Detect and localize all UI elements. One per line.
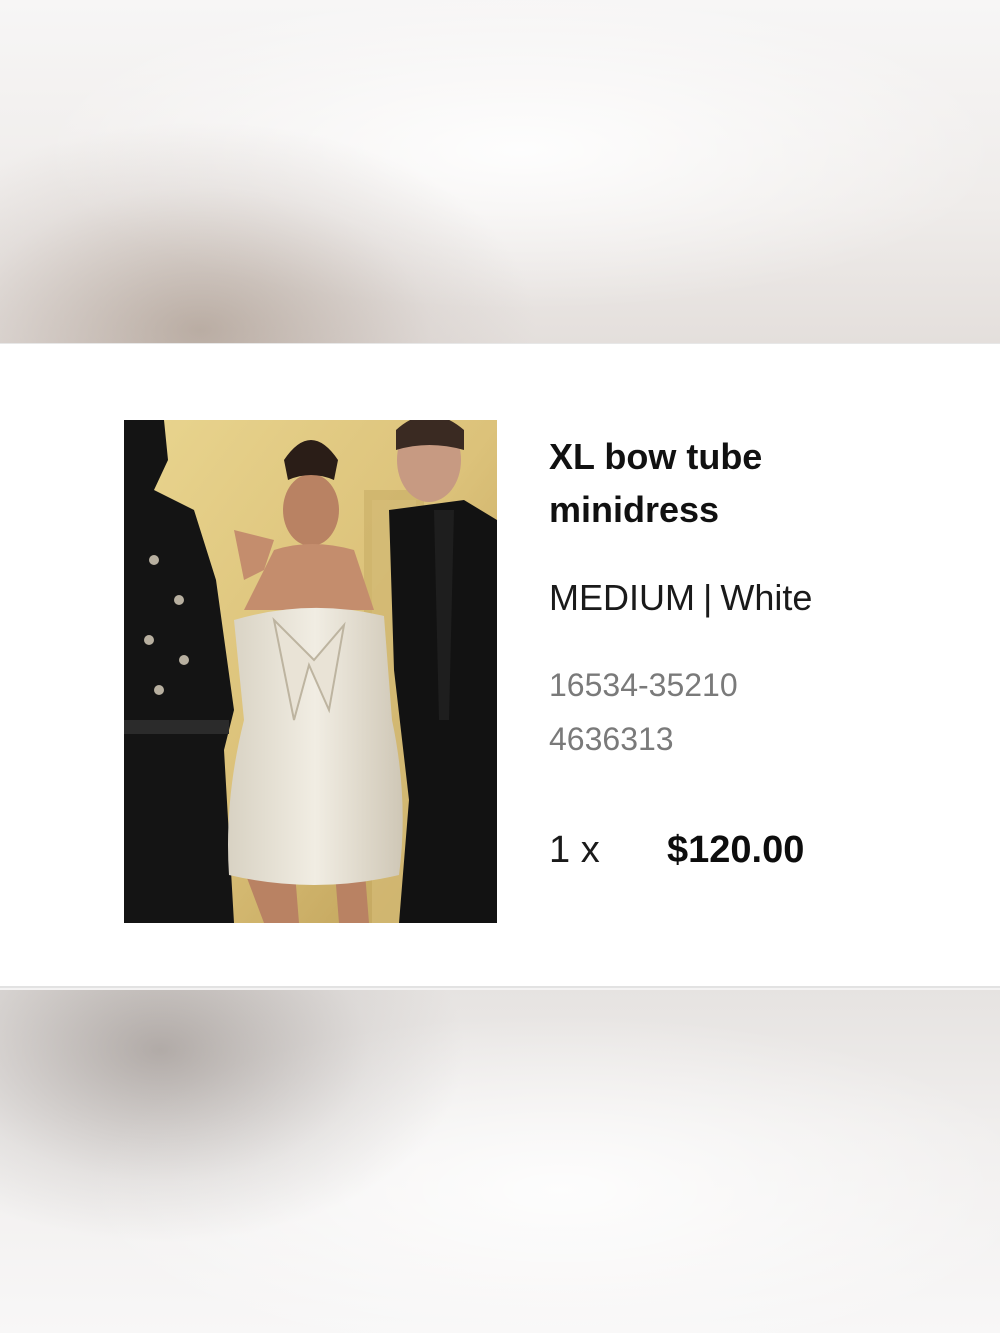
size-value: MEDIUM: [549, 577, 695, 618]
variant-separator: |: [703, 577, 713, 618]
product-variant: MEDIUM | White: [549, 576, 969, 620]
product-codes: 16534-35210 4636313: [549, 658, 969, 766]
product-details: XL bow tube minidress MEDIUM | White 16534…: [549, 430, 969, 872]
product-image[interactable]: [124, 420, 497, 923]
quantity-label: 1 x: [549, 829, 600, 871]
item-number: 4636313: [549, 721, 674, 757]
style-number: 16534-35210: [549, 667, 738, 703]
color-value: White: [720, 577, 813, 618]
price-row: 1 x $120.00: [549, 828, 969, 872]
order-item-card: XL bow tube minidress MEDIUM | White 16534…: [0, 343, 1000, 988]
product-title[interactable]: XL bow tube minidress: [549, 430, 849, 536]
blurred-background-top: [0, 0, 1000, 343]
blurred-background-bottom: [0, 990, 1000, 1333]
price-value: $120.00: [667, 829, 805, 871]
